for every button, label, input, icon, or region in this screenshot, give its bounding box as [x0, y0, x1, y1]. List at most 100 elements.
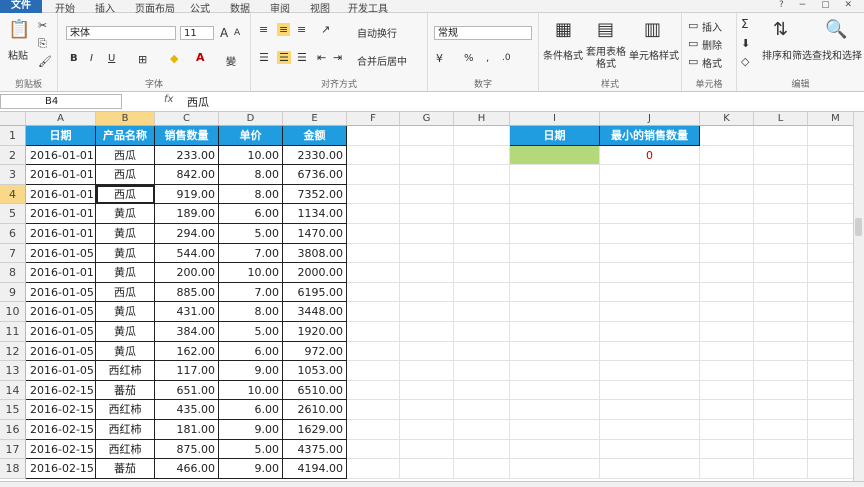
- table-cell[interactable]: 885.00: [155, 282, 219, 303]
- row-header[interactable]: 7: [0, 243, 26, 264]
- table-cell[interactable]: 1134.00: [283, 204, 347, 224]
- indent-increase-icon[interactable]: ⇥: [333, 51, 342, 64]
- table-cell[interactable]: 544.00: [155, 243, 219, 264]
- row-header[interactable]: 18: [0, 459, 26, 479]
- decimal-icon[interactable]: .0: [502, 53, 511, 63]
- empty-cell[interactable]: [347, 400, 400, 420]
- table-cell[interactable]: 431.00: [155, 302, 219, 322]
- table-cell[interactable]: 189.00: [155, 204, 219, 224]
- table-cell[interactable]: 9.00: [219, 459, 283, 479]
- table-cell[interactable]: 6.00: [219, 400, 283, 420]
- table-cell[interactable]: 972.00: [283, 341, 347, 362]
- row-header[interactable]: 13: [0, 361, 26, 381]
- empty-cell[interactable]: [754, 439, 808, 460]
- fill-icon[interactable]: ⬇: [741, 37, 750, 50]
- border-icon[interactable]: ⊞: [138, 53, 147, 66]
- table-cell[interactable]: 1470.00: [283, 224, 347, 244]
- find-select-icon[interactable]: 🔍: [825, 19, 847, 40]
- empty-cell[interactable]: [454, 224, 510, 244]
- empty-cell[interactable]: [600, 420, 700, 440]
- empty-cell[interactable]: [700, 302, 754, 322]
- empty-cell[interactable]: [454, 145, 510, 166]
- empty-cell[interactable]: [600, 165, 700, 185]
- empty-cell[interactable]: [600, 302, 700, 322]
- table-cell[interactable]: 2016-01-05: [26, 341, 96, 362]
- row-header[interactable]: 3: [0, 165, 26, 185]
- empty-cell[interactable]: [400, 459, 454, 479]
- empty-cell[interactable]: [454, 184, 510, 205]
- row-header[interactable]: 6: [0, 224, 26, 244]
- table-cell[interactable]: 651.00: [155, 380, 219, 401]
- date-criteria-cell[interactable]: [510, 145, 600, 166]
- table-cell[interactable]: 7.00: [219, 243, 283, 264]
- row-header[interactable]: 2: [0, 145, 26, 166]
- underline-button[interactable]: U: [108, 53, 115, 64]
- table-header-cell[interactable]: 销售数量: [155, 126, 219, 146]
- table-cell[interactable]: 6510.00: [283, 380, 347, 401]
- side-header-date[interactable]: 日期: [510, 126, 600, 146]
- table-cell[interactable]: 2016-02-15: [26, 380, 96, 401]
- table-cell[interactable]: 162.00: [155, 341, 219, 362]
- table-cell[interactable]: 1629.00: [283, 420, 347, 440]
- align-middle-icon[interactable]: ≡: [277, 23, 291, 36]
- column-header[interactable]: D: [219, 112, 283, 126]
- empty-cell[interactable]: [347, 361, 400, 381]
- empty-cell[interactable]: [700, 322, 754, 342]
- empty-cell[interactable]: [700, 420, 754, 440]
- worksheet-grid[interactable]: ABCDEFGHIJKLMN12345678910111213141516171…: [0, 112, 864, 486]
- empty-cell[interactable]: [400, 184, 454, 205]
- empty-cell[interactable]: [454, 282, 510, 303]
- empty-cell[interactable]: [347, 282, 400, 303]
- empty-cell[interactable]: [510, 184, 600, 205]
- empty-cell[interactable]: [510, 439, 600, 460]
- column-header[interactable]: G: [400, 112, 454, 126]
- find-select-button[interactable]: 查找和选择: [812, 47, 862, 62]
- empty-cell[interactable]: [754, 224, 808, 244]
- empty-cell[interactable]: [600, 380, 700, 401]
- table-cell[interactable]: 2016-02-15: [26, 400, 96, 420]
- empty-cell[interactable]: [600, 224, 700, 244]
- empty-cell[interactable]: [700, 361, 754, 381]
- column-header[interactable]: I: [510, 112, 600, 126]
- empty-cell[interactable]: [700, 243, 754, 264]
- cell-styles-icon[interactable]: ▥: [644, 19, 661, 40]
- align-bottom-icon[interactable]: ≡: [297, 23, 306, 36]
- table-cell[interactable]: 7.00: [219, 282, 283, 303]
- autosum-button[interactable]: Σ: [741, 17, 749, 31]
- table-cell[interactable]: 10.00: [219, 380, 283, 401]
- empty-cell[interactable]: [454, 341, 510, 362]
- table-cell[interactable]: 黄瓜: [96, 322, 155, 342]
- table-cell[interactable]: 6.00: [219, 204, 283, 224]
- empty-cell[interactable]: [510, 459, 600, 479]
- empty-cell[interactable]: [400, 126, 454, 146]
- fill-color-icon[interactable]: ◆: [170, 52, 178, 65]
- empty-cell[interactable]: [600, 263, 700, 283]
- row-header[interactable]: 8: [0, 263, 26, 283]
- empty-cell[interactable]: [510, 400, 600, 420]
- table-cell[interactable]: 黄瓜: [96, 204, 155, 224]
- table-cell[interactable]: 2016-01-01: [26, 224, 96, 244]
- empty-cell[interactable]: [347, 165, 400, 185]
- table-cell[interactable]: 黄瓜: [96, 243, 155, 264]
- align-center-icon[interactable]: ☰: [277, 51, 291, 64]
- table-cell[interactable]: 6195.00: [283, 282, 347, 303]
- orientation-icon[interactable]: ↗: [321, 23, 330, 36]
- column-header[interactable]: J: [600, 112, 700, 126]
- currency-icon[interactable]: ¥: [436, 52, 443, 65]
- table-cell[interactable]: 5.00: [219, 224, 283, 244]
- empty-cell[interactable]: [754, 165, 808, 185]
- empty-cell[interactable]: [347, 302, 400, 322]
- table-header-cell[interactable]: 日期: [26, 126, 96, 146]
- empty-cell[interactable]: [754, 282, 808, 303]
- empty-cell[interactable]: [454, 361, 510, 381]
- empty-cell[interactable]: [700, 126, 754, 146]
- number-format-select[interactable]: 常规: [434, 26, 532, 40]
- column-header[interactable]: K: [700, 112, 754, 126]
- empty-cell[interactable]: [347, 243, 400, 264]
- empty-cell[interactable]: [600, 400, 700, 420]
- table-cell[interactable]: 842.00: [155, 165, 219, 185]
- empty-cell[interactable]: [400, 145, 454, 166]
- empty-cell[interactable]: [600, 184, 700, 205]
- font-name-select[interactable]: 宋体: [66, 26, 176, 40]
- table-cell[interactable]: 2016-01-05: [26, 243, 96, 264]
